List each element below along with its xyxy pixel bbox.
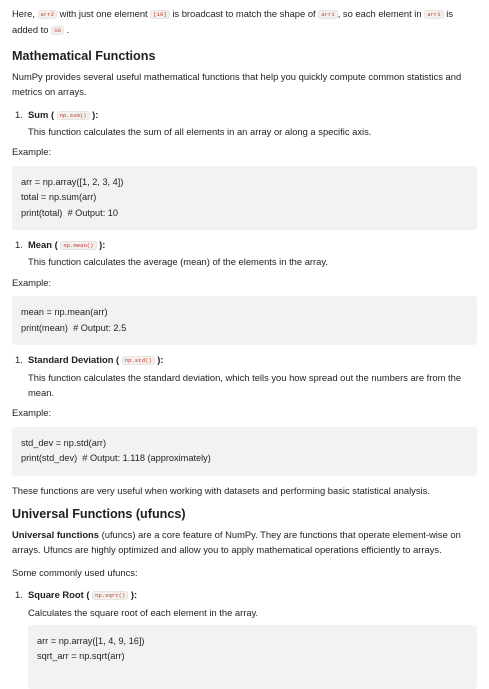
inline-code: arr1 [424,10,444,19]
inline-code: np.sqrt() [92,591,129,601]
list-item-std: 1. Standard Deviation ( np.std() ): [12,352,477,368]
code-line: arr = np.array([1, 2, 3, 4]) [21,176,124,187]
inline-code: [10] [150,10,170,19]
code-block-sqrt: arr = np.array([1, 4, 9, 16]) sqrt_arr =… [28,624,477,689]
inline-code: np.std() [121,356,155,366]
math-summary: These functions are very useful when wor… [12,484,430,496]
paren-close: ): [92,108,99,120]
list-title: Standard Deviation [28,354,114,366]
list-title: Mean [28,239,52,251]
intro-paragraph: Here, arr2 with just one element [10] is… [12,6,477,39]
code-line: arr = np.array([1, 4, 9, 16]) [37,635,145,646]
ufuncs-common-label: Some commonly used ufuncs: [12,566,138,578]
intro-text: Here, [12,8,35,19]
example-label: Example: [12,276,52,288]
code-line: total = np.sum(arr) [21,192,97,203]
list-description: This function calculates the sum of all … [28,126,372,138]
code-line: std_dev = np.std(arr) [21,437,107,448]
code-line: print(total) # Output: 10 [21,207,119,218]
ufuncs-description: Universal functions (ufuncs) are a core … [12,527,477,558]
inline-code: arr1 [318,10,338,19]
section-heading-ufuncs: Universal Functions (ufuncs) [12,506,186,521]
document-page: Here, arr2 with just one element [10] is… [0,0,489,689]
math-description: NumPy provides several useful mathematic… [12,70,462,98]
paren-open: ( [116,354,120,366]
list-number: 1. [15,239,23,251]
example-label: Example: [12,146,52,158]
list-title: Sum [28,108,49,120]
inline-code: np.mean() [60,241,97,251]
paren-open: ( [54,239,58,251]
list-item-sqrt: 1. Square Root ( np.sqrt() ): [12,587,477,603]
list-description: Calculates the square root of each eleme… [28,606,259,618]
intro-text: is broadcast to match the shape of [172,8,316,19]
intro-text: . [66,24,70,36]
section-heading-math: Mathematical Functions [12,48,156,63]
ufuncs-bold-term: Universal functions [12,528,99,540]
intro-text: is [446,8,454,19]
code-block-std: std_dev = np.std(arr) print(std_dev) # O… [12,426,477,476]
paren-open: ( [50,108,55,120]
paren-close: ): [130,589,138,601]
list-number: 1. [15,589,23,601]
code-line: print(std_dev) # Output: 1.118 (approxim… [21,453,211,464]
list-description: This function calculates the standard de… [28,371,462,398]
code-block-mean: mean = np.mean(arr) print(mean) # Output… [12,296,477,346]
intro-text: , so each element in [337,8,422,19]
paren-close: ): [99,239,106,251]
example-label: Example: [12,407,52,419]
code-line: sqrt_arr = np.sqrt(arr) [37,651,125,662]
code-line: mean = np.mean(arr) [21,307,108,318]
list-title: Square Root [28,589,84,601]
code-line: print(mean) # Output: 2.5 [21,322,127,333]
list-description: This function calculates the average (me… [28,256,328,268]
code-block-sum: arr = np.array([1, 2, 3, 4]) total = np.… [12,165,477,231]
list-item-mean: 1. Mean ( np.mean() ): [12,237,477,253]
intro-text: added to [12,24,49,36]
intro-text: with just one element [59,8,148,19]
inline-code: arr2 [37,10,57,19]
paren-close: ): [157,354,164,366]
list-number: 1. [15,354,23,366]
list-number: 1. [15,108,23,120]
paren-open: ( [86,589,90,601]
inline-code: np.sum() [56,110,90,120]
inline-code: 10 [51,26,64,36]
list-item-sum: 1. Sum ( np.sum() ): [12,107,477,123]
